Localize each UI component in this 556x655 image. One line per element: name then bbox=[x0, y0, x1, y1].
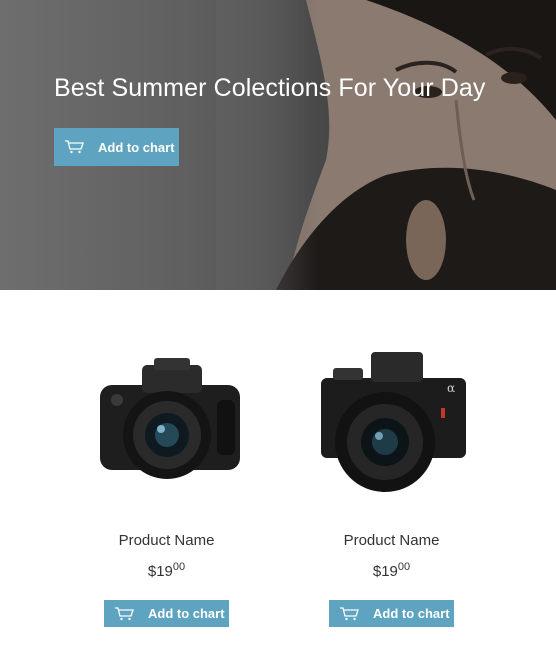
product-price: $1900 bbox=[54, 561, 279, 580]
price-main: $19 bbox=[147, 563, 173, 580]
price-cents: 00 bbox=[172, 561, 186, 573]
product-name: Product Name bbox=[118, 532, 215, 549]
svg-text:α: α bbox=[447, 381, 455, 395]
product-price: $1900 bbox=[279, 561, 504, 580]
cart-icon bbox=[115, 606, 134, 620]
price-main: $19 bbox=[372, 563, 398, 580]
hero-banner: Best Summer Colections For Your Day Add … bbox=[0, 0, 556, 290]
product-card: α Product Name $1900 Add to chart bbox=[279, 290, 504, 627]
cart-icon bbox=[340, 606, 359, 620]
add-to-cart-button[interactable]: Add to chart bbox=[329, 600, 454, 627]
cart-icon bbox=[65, 140, 84, 154]
product-grid: Product Name $1900 Add to chart α Produc… bbox=[0, 290, 556, 655]
dslr-camera-image[interactable] bbox=[82, 330, 252, 500]
mirrorless-camera-image[interactable]: α bbox=[307, 330, 477, 500]
price-cents: 00 bbox=[397, 561, 411, 573]
hero-add-to-cart-button[interactable]: Add to chart bbox=[54, 128, 179, 166]
hero-title: Best Summer Colections For Your Day bbox=[54, 74, 486, 102]
hero-add-to-cart-label: Add to chart bbox=[98, 139, 175, 155]
add-to-cart-label: Add to chart bbox=[373, 606, 450, 621]
hero-portrait-image bbox=[216, 0, 556, 290]
add-to-cart-button[interactable]: Add to chart bbox=[104, 600, 229, 627]
product-name: Product Name bbox=[343, 532, 440, 549]
add-to-cart-label: Add to chart bbox=[148, 606, 225, 621]
product-card: Product Name $1900 Add to chart bbox=[54, 290, 279, 627]
